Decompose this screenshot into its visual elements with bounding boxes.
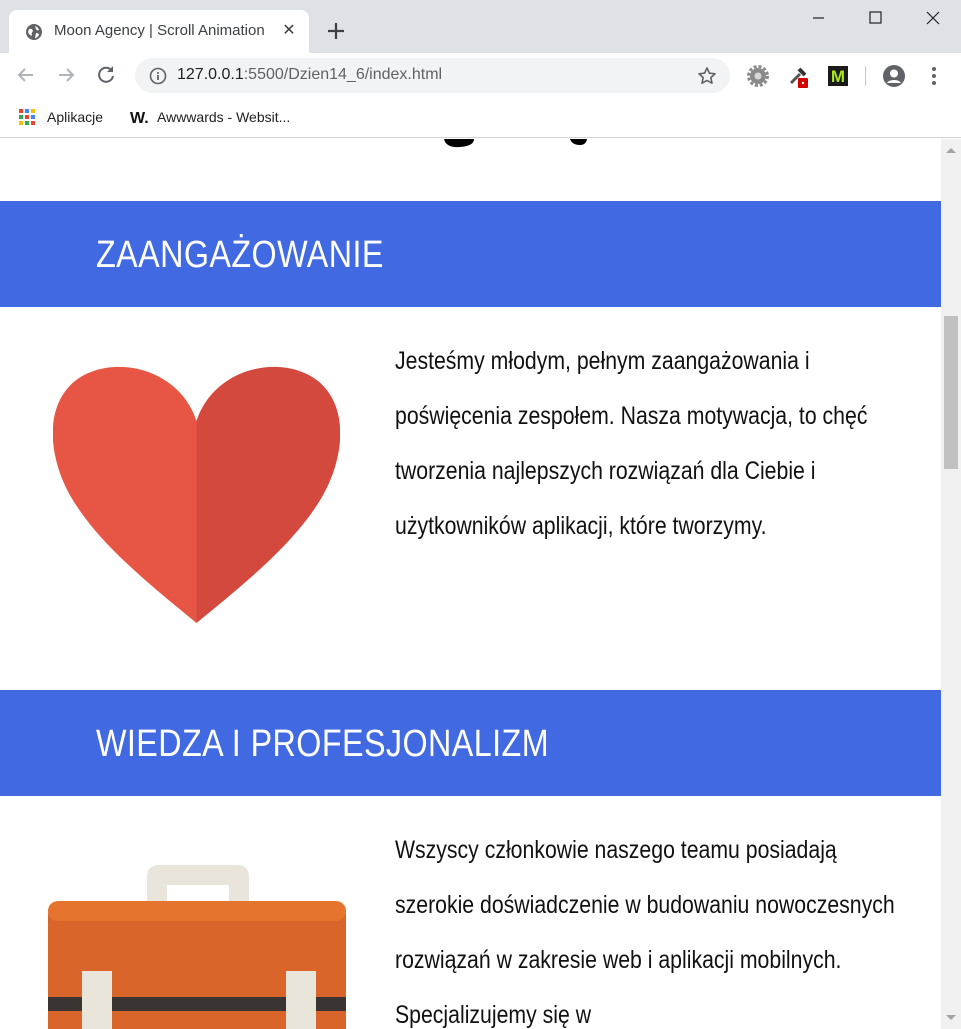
knowledge-text: Wszyscy członkowie naszego teamu posiada… [395,836,895,1029]
maximize-icon[interactable] [848,0,904,36]
section-header-knowledge: WIEDZA I PROFESJONALIZM [0,690,941,796]
scroll-up-arrow-icon[interactable] [946,148,956,153]
bookmark-apps-label: Aplikacje [47,109,104,125]
section-header-engagement: ZAANGAŻOWANIE [0,201,941,307]
new-tab-plus-icon[interactable] [324,19,348,43]
browser-tab-active[interactable]: Moon Agency | Scroll Animation ✕ [9,10,309,53]
bookmark-awwwards[interactable]: W. Awwwards - Websit... [128,107,290,127]
reload-icon[interactable] [94,63,118,87]
engagement-text: Jesteśmy młodym, pełnym zaangażowania i … [395,347,868,540]
kebab-menu-icon[interactable] [922,64,946,88]
section-description: Jesteśmy młodym, pełnym zaangażowania i … [395,334,935,554]
address-bar[interactable]: 127.0.0.1:5500/Dzien14_6/index.html [135,58,730,93]
apps-grid-icon [19,109,35,125]
svg-text:W.: W. [130,110,149,126]
forward-arrow-icon[interactable] [54,63,78,87]
vertical-scrollbar[interactable] [941,139,961,1029]
tab-title: Moon Agency | Scroll Animation [54,22,265,39]
info-icon[interactable] [149,67,167,85]
tab-strip: Moon Agency | Scroll Animation ✕ [0,0,961,53]
clipped-heading-descenders [444,139,587,148]
heart-icon [53,366,340,623]
url-path: :5500/Dzien14_6/index.html [243,66,443,83]
tab-close-icon[interactable]: ✕ [279,21,299,41]
toolbar-separator [865,66,866,86]
page-viewport: ZAANGAŻOWANIE Jesteśmy młodym, pełnym za… [0,139,941,1029]
globe-icon [26,24,42,40]
scroll-down-arrow-icon[interactable] [946,1015,956,1020]
eyedropper-extension-icon[interactable] [786,64,810,88]
url-host: 127.0.0.1 [177,66,244,83]
window-close-icon[interactable] [905,0,961,36]
section-heading: WIEDZA I PROFESJONALIZM [96,723,550,765]
back-arrow-icon[interactable] [14,63,38,87]
minimize-icon[interactable] [791,0,847,36]
bookmarks-bar: Aplikacje W. Awwwards - Websit... [0,98,961,138]
section-heading: ZAANGAŻOWANIE [96,234,384,276]
awwwards-w-icon: W. [130,110,149,126]
bookmark-star-icon[interactable] [697,66,717,86]
url-text[interactable]: 127.0.0.1:5500/Dzien14_6/index.html [177,66,442,84]
bookmark-apps[interactable]: Aplikacje [18,107,103,127]
m-extension-icon[interactable]: M [826,64,850,88]
briefcase-icon [48,865,346,1029]
bookmark-awwwards-label: Awwwards - Websit... [157,109,291,125]
browser-toolbar: 127.0.0.1:5500/Dzien14_6/index.html M [0,53,961,98]
gear-extension-icon[interactable] [746,64,770,88]
svg-text:M: M [831,67,845,86]
scrollbar-thumb[interactable] [944,316,958,469]
profile-avatar-icon[interactable] [882,64,906,88]
section-description: Wszyscy członkowie naszego teamu posiada… [395,823,935,1029]
